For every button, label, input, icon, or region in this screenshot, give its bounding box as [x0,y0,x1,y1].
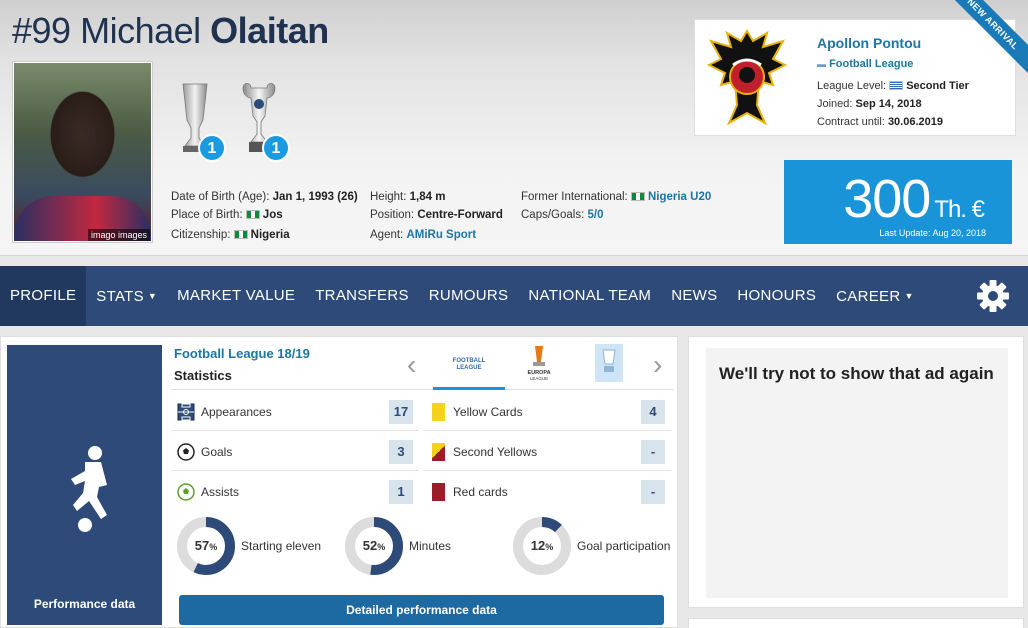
nav-profile[interactable]: PROFILE [0,266,87,326]
ad-panel-secondary [688,618,1024,628]
club-name-link[interactable]: Apollon Pontou [817,35,921,51]
cup-trophy[interactable]: 1 [236,80,290,162]
first-name: Michael [80,10,201,51]
stat-value: 17 [389,400,413,424]
ad-message: We'll try not to show that ad again [719,364,994,383]
nav-news[interactable]: NEWS [661,266,727,326]
prev-competition-arrow[interactable]: ‹ [407,349,416,381]
new-arrival-ribbon: NEW ARRIVAL [939,0,1028,78]
stat-value: - [641,480,665,504]
pitch-icon [177,403,195,421]
agent-link[interactable]: AMiRu Sport [406,229,476,241]
player-name: #99 Michael Olaitan [12,10,329,52]
caret-down-icon: ▼ [904,291,914,301]
stat-assists[interactable]: Assists 1 [171,473,419,511]
footballer-icon [71,446,107,532]
stat-value: 1 [389,480,413,504]
stat-second-yellows[interactable]: Second Yellows - [423,433,671,471]
dob-row: Date of Birth (Age): Jan 1, 1993 (26) [171,191,358,203]
height-value: 1,84 m [409,191,446,203]
nav-career[interactable]: CAREER ▼ [826,266,924,326]
caps-row: Caps/Goals: 5/0 [521,209,604,221]
selected-competition-indicator [433,387,505,390]
nav-rumours[interactable]: RUMOURS [419,266,519,326]
shirt-number: #99 [12,10,71,51]
nigeria-flag-icon [233,230,248,239]
position-value: Centre-Forward [417,209,503,221]
assist-ball-icon [177,483,195,501]
former-international-row: Former International: Nigeria U20 [521,191,712,203]
club-league-link[interactable]: ▬ Football League [817,58,913,70]
trophy-count-badge: 1 [262,134,290,162]
last-name: Olaitan [210,10,329,51]
nigeria-flag-icon [630,192,645,201]
svg-text:FOOTBALL: FOOTBALL [453,358,486,364]
market-value-amount: 300 Th. € [843,169,985,229]
photo-credit: imago images [87,229,150,241]
citizenship-value: Nigeria [250,229,290,241]
greece-flag-icon [889,81,904,90]
trophy-count-badge: 1 [198,134,226,162]
market-value-updated: Last Update: Aug 20, 2018 [879,228,986,238]
stat-goals[interactable]: Goals 3 [171,433,419,471]
football-league-logo-icon[interactable]: FOOTBALL LEAGUE [449,342,489,384]
stat-value: 4 [641,400,665,424]
position-row: Position: Centre-Forward [370,209,503,221]
player-photo: imago images [12,61,153,243]
stat-yellow-cards[interactable]: Yellow Cards 4 [423,393,671,431]
ball-icon [177,443,195,461]
profile-nav: PROFILE STATS ▼ MARKET VALUE TRANSFERS RU… [0,266,1028,326]
contract-row: Contract until: 30.06.2019 [817,116,943,128]
svg-text:LEAGUE: LEAGUE [456,365,481,371]
nav-market-value[interactable]: MARKET VALUE [167,266,305,326]
height-row: Height: 1,84 m [370,191,446,203]
yellow-card-icon [432,403,445,421]
nav-stats[interactable]: STATS ▼ [86,266,167,326]
red-card-icon [432,483,445,501]
league-title-link[interactable]: Football League 18/19 [174,346,310,361]
nav-national-team[interactable]: NATIONAL TEAM [518,266,661,326]
player-portrait [14,63,151,241]
performance-panel: Performance data Football League 18/19 S… [0,336,678,628]
player-header: #99 Michael Olaitan imago images 1 1 Dat… [0,0,1028,256]
gear-icon[interactable] [976,279,1010,313]
national-team-link[interactable]: Nigeria U20 [648,191,711,203]
stat-red-cards[interactable]: Red cards - [423,473,671,511]
stat-appearances[interactable]: Appearances 17 [171,393,419,431]
joined-row: Joined: Sep 14, 2018 [817,98,922,110]
stat-value: - [641,440,665,464]
stat-value: 3 [389,440,413,464]
championship-trophy[interactable]: 1 [172,80,226,162]
club-crest-icon[interactable] [707,25,787,131]
dob-value[interactable]: Jan 1, 1993 (26) [273,191,358,203]
europa-league-logo-icon[interactable]: EUROPA LEAGUE [519,342,559,384]
svg-text:LEAGUE: LEAGUE [530,376,548,381]
birthplace-row: Place of Birth: Jos [171,209,283,221]
nav-honours[interactable]: HONOURS [727,266,826,326]
birthplace-value: Jos [262,209,283,221]
league-logo-icon: ▬ [817,59,826,69]
market-value-box[interactable]: 300 Th. € Last Update: Aug 20, 2018 [784,160,1012,244]
second-yellow-icon [432,443,445,461]
agent-row: Agent: AMiRu Sport [370,229,477,241]
ad-panel: We'll try not to show that ad again [688,336,1024,608]
caps-link[interactable]: 5/0 [587,209,603,221]
nigeria-flag-icon [245,210,260,219]
ad-placeholder: We'll try not to show that ad again [706,348,1008,598]
greek-cup-logo-icon[interactable] [589,342,629,384]
caret-down-icon: ▼ [147,291,158,301]
detailed-performance-button[interactable]: Detailed performance data [179,595,664,625]
stats-title: Statistics [174,368,232,383]
performance-sidebar[interactable]: Performance data [7,345,162,625]
citizenship-row: Citizenship: Nigeria [171,229,290,241]
nav-transfers[interactable]: TRANSFERS [305,266,419,326]
next-competition-arrow[interactable]: › [653,349,662,381]
